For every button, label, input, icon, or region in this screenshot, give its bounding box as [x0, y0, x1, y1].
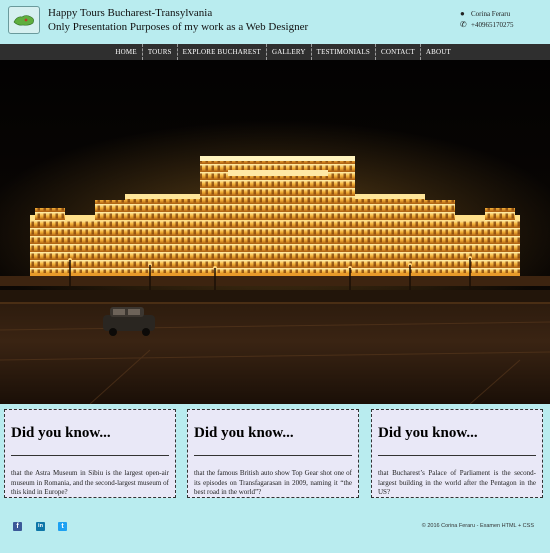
main-nav: HOME TOURS EXPLORE BUCHAREST GALLERY TES… — [0, 44, 550, 60]
copyright-text: © 2016 Corina Feraru - Examen HTML + CSS — [421, 523, 534, 529]
user-icon: ● — [460, 9, 465, 18]
card-title: Did you know... — [378, 425, 478, 441]
card-text: that Bucharest’s Palace of Parliament is… — [378, 469, 536, 496]
card-title: Did you know... — [194, 425, 294, 441]
nav-tours[interactable]: TOURS — [143, 44, 178, 60]
facebook-icon[interactable]: f — [13, 522, 22, 531]
contact-name: Corina Feraru — [471, 10, 511, 18]
card-divider — [11, 455, 169, 456]
nav-contact[interactable]: CONTACT — [376, 44, 421, 60]
info-card: Did you know... that the Astra Museum in… — [4, 409, 176, 498]
phone-icon: ✆ — [460, 20, 467, 29]
hero-image — [0, 60, 550, 404]
nav-about[interactable]: ABOUT — [421, 44, 456, 60]
nav-gallery[interactable]: GALLERY — [267, 44, 312, 60]
site-header: Happy Tours Bucharest-Transylvania Only … — [0, 0, 550, 44]
site-title: Happy Tours Bucharest-Transylvania — [48, 7, 213, 19]
nav-home[interactable]: HOME — [110, 44, 143, 60]
palace-of-parliament-photo — [0, 60, 550, 404]
card-divider — [194, 455, 352, 456]
info-card: Did you know... that Bucharest’s Palace … — [371, 409, 543, 498]
linkedin-icon[interactable]: in — [36, 522, 45, 531]
contact-name-row: ● Corina Feraru — [460, 9, 510, 19]
contact-phone-row: ✆ +40965170275 — [460, 20, 513, 30]
card-text: that the famous British auto show Top Ge… — [194, 469, 352, 496]
nav-explore-bucharest[interactable]: EXPLORE BUCHAREST — [178, 44, 267, 60]
nav-testimonials[interactable]: TESTIMONIALS — [312, 44, 376, 60]
map-logo-icon — [13, 15, 34, 26]
info-card: Did you know... that the famous British … — [187, 409, 359, 498]
logo[interactable] — [8, 6, 40, 34]
site-footer: f in t © 2016 Corina Feraru - Examen HTM… — [0, 502, 550, 553]
site-subtitle: Only Presentation Purposes of my work as… — [48, 21, 309, 33]
contact-phone[interactable]: +40965170275 — [471, 21, 513, 29]
did-you-know-section: Did you know... that the Astra Museum in… — [0, 404, 550, 502]
twitter-icon[interactable]: t — [58, 522, 67, 531]
card-title: Did you know... — [11, 425, 111, 441]
card-divider — [378, 455, 536, 456]
card-text: that the Astra Museum in Sibiu is the la… — [11, 469, 169, 496]
